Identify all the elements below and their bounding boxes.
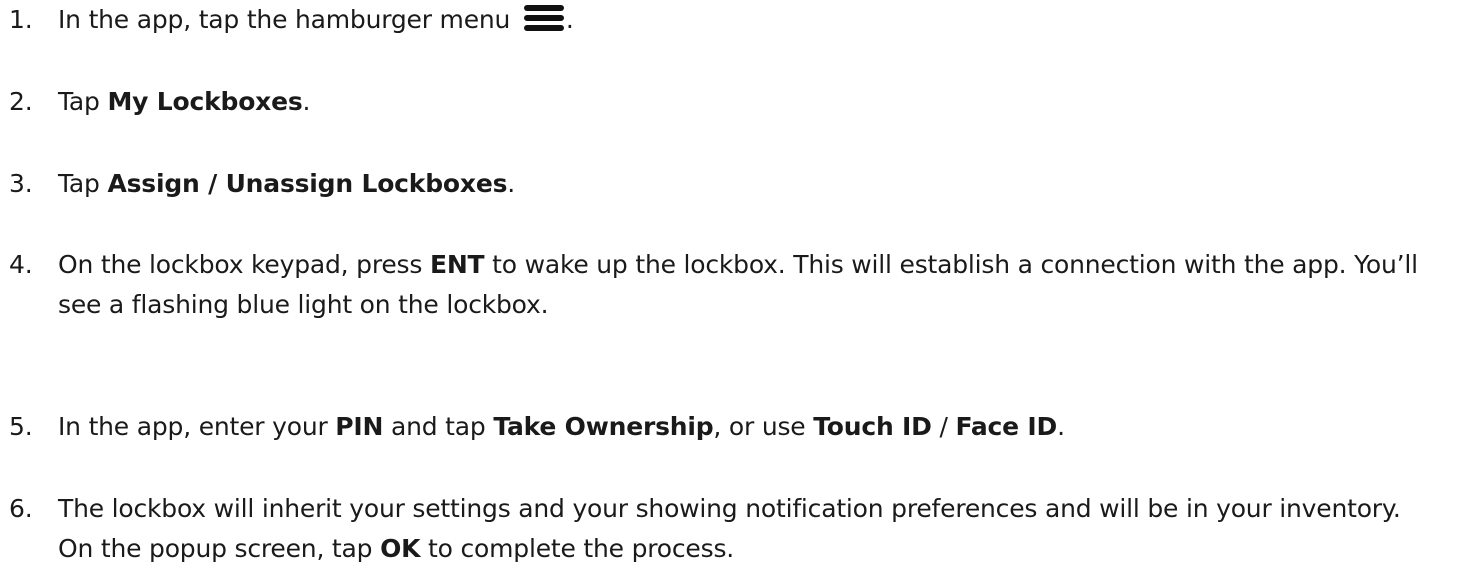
ui-term-face-id: Face ID [955,412,1058,441]
ui-term-touch-id: Touch ID [813,412,932,441]
step-5: 5. In the app, enter your PIN and tap Ta… [0,407,1440,447]
hamburger-menu-icon [523,4,564,32]
step-number: 5. [9,412,33,441]
ui-term-ent: ENT [429,250,485,279]
step-text: In the app, enter your PIN and tap Take … [58,412,1065,441]
step-2: 2. Tap My Lockboxes. [0,82,1440,122]
step-number: 6. [9,494,33,523]
ui-term-assign-unassign: Assign / Unassign Lockboxes [107,169,508,198]
step-number: 3. [9,169,33,198]
step-text: Tap Assign / Unassign Lockboxes. [58,169,516,198]
step-text: In the app, tap the hamburger menu . [58,4,574,34]
step-text: On the lockbox keypad, press ENT to wake… [58,250,1418,319]
step-text: Tap My Lockboxes. [58,87,311,116]
instruction-steps: 1. In the app, tap the hamburger menu . … [0,0,1461,571]
ui-term-my-lockboxes: My Lockboxes [107,87,303,116]
ui-term-take-ownership: Take Ownership [493,412,714,441]
step-6: 6. The lockbox will inherit your setting… [0,489,1440,569]
step-number: 4. [9,250,33,279]
step-4: 4. On the lockbox keypad, press ENT to w… [0,245,1440,325]
ui-term-ok: OK [380,534,421,563]
step-number: 1. [9,5,33,34]
step-1: 1. In the app, tap the hamburger menu . [0,0,1440,40]
ui-term-pin: PIN [335,412,384,441]
step-text: The lockbox will inherit your settings a… [58,494,1401,563]
step-number: 2. [9,87,33,116]
step-3: 3. Tap Assign / Unassign Lockboxes. [0,164,1440,204]
